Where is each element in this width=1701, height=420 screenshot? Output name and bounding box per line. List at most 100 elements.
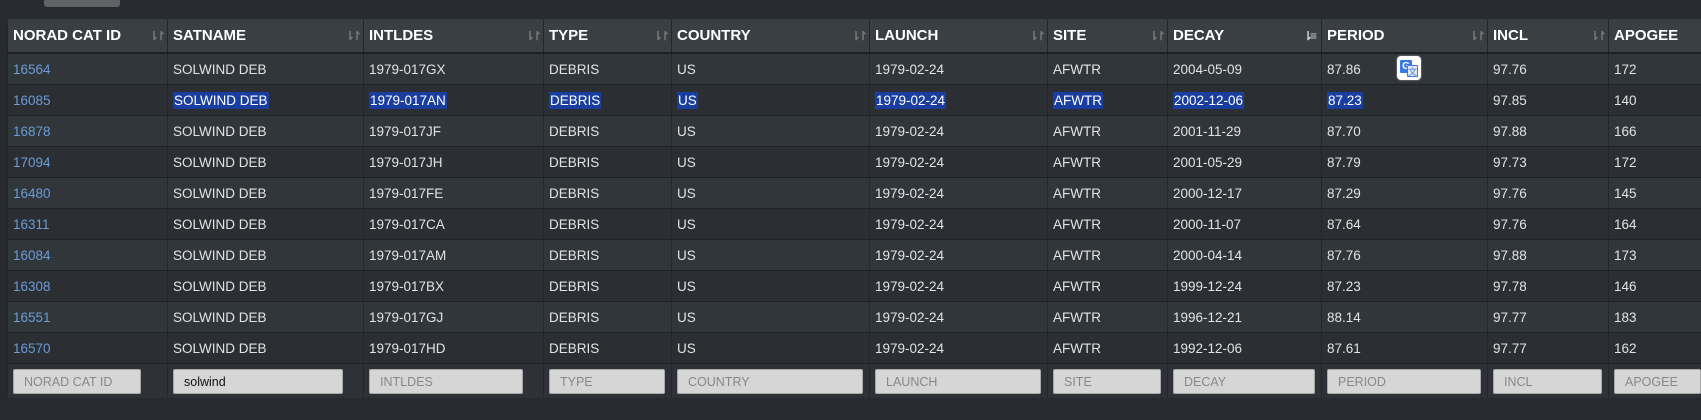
cell-value: DEBRIS [549, 247, 600, 263]
cell-launch: 1979-02-24 [869, 146, 1048, 178]
norad-id-link[interactable]: 16311 [13, 217, 50, 232]
column-header-country[interactable]: COUNTRY ⇂↾ [671, 19, 870, 54]
cell-value: US [677, 123, 696, 139]
cell-value: 87.76 [1327, 247, 1361, 263]
norad-id-link[interactable]: 16551 [13, 310, 51, 325]
filter-intldes-input[interactable] [369, 369, 523, 394]
column-header-apogee[interactable]: APOGEE [1608, 19, 1701, 54]
sort-arrows-icon[interactable]: ⇂↾ [1149, 28, 1166, 44]
filter-decay-input[interactable] [1173, 369, 1315, 394]
filter-site-input[interactable] [1053, 369, 1161, 394]
cell-apogee: 172 [1608, 53, 1701, 85]
filter-apogee-input[interactable] [1614, 369, 1701, 394]
cell-intldes: 1979-017GJ [363, 301, 544, 333]
cell-intldes: 1979-017JH [363, 146, 544, 178]
sort-descending-icon[interactable]: ⇂≡ [1303, 28, 1317, 44]
cell-value: AFWTR [1053, 247, 1101, 263]
sort-arrows-icon[interactable]: ⇂↾ [1469, 28, 1486, 44]
column-header-satname[interactable]: SATNAME ⇂↾ [167, 19, 364, 54]
column-header-period[interactable]: PERIOD ⇂↾ [1321, 19, 1488, 54]
cell-value: AFWTR [1053, 278, 1101, 294]
filter-launch-input[interactable] [875, 369, 1041, 394]
column-header-label: SATNAME [173, 27, 247, 44]
cell-value: 87.64 [1327, 216, 1361, 232]
cell-value: 87.86 [1327, 61, 1361, 77]
filter-cell [1321, 363, 1488, 398]
column-header-decay[interactable]: DECAY ⇂≡ [1167, 19, 1322, 54]
cell-satname: SOLWIND DEB [167, 301, 364, 333]
cell-type: DEBRIS [543, 301, 672, 333]
cell-decay: 1992-12-06 [1167, 332, 1322, 364]
cell-value: 97.88 [1493, 123, 1527, 139]
sort-arrows-icon[interactable]: ⇂↾ [851, 28, 868, 44]
cell-intldes: 1979-017FE [363, 177, 544, 209]
column-header-norad-cat-id[interactable]: NORAD CAT ID ⇂↾ [7, 19, 168, 54]
norad-id-link[interactable]: 16308 [13, 279, 51, 294]
filter-period-input[interactable] [1327, 369, 1481, 394]
column-header-type[interactable]: TYPE ⇂↾ [543, 19, 672, 54]
norad-id-link[interactable]: 16878 [13, 124, 51, 139]
cell-value: US [677, 61, 696, 77]
cell-period: 87.23 [1321, 270, 1488, 302]
cell-value: 1979-017GX [369, 61, 446, 77]
google-translate-icon[interactable]: G文 [1397, 56, 1421, 80]
column-header-intldes[interactable]: INTLDES ⇂↾ [363, 19, 544, 54]
cell-value: 1979-02-24 [875, 309, 945, 325]
cell-decay: 1999-12-24 [1167, 270, 1322, 302]
cell-launch: 1979-02-24 [869, 208, 1048, 240]
filter-country-input[interactable] [677, 369, 863, 394]
norad-id-link[interactable]: 17094 [13, 155, 51, 170]
cell-norad-cat-id: 16564 [7, 53, 168, 85]
column-header-launch[interactable]: LAUNCH ⇂↾ [869, 19, 1048, 54]
cell-period: 87.64 [1321, 208, 1488, 240]
norad-id-link[interactable]: 16564 [13, 62, 51, 77]
norad-id-link[interactable]: 16480 [13, 186, 51, 201]
norad-id-link[interactable]: 16570 [13, 341, 51, 356]
sort-arrows-icon[interactable]: ⇂↾ [345, 28, 362, 44]
column-header-label: DECAY [1173, 27, 1225, 44]
table-row: 16570 SOLWIND DEB 1979-017HD DEBRIS US 1979-0… [7, 332, 1701, 364]
cell-value: US [677, 185, 696, 201]
filter-satname-input[interactable] [173, 369, 343, 394]
cell-site: AFWTR [1047, 115, 1168, 147]
cell-period: 87.70 [1321, 115, 1488, 147]
cell-value: 173 [1614, 247, 1637, 263]
sort-arrows-icon[interactable]: ⇂↾ [1029, 28, 1046, 44]
cell-site: AFWTR [1047, 332, 1168, 364]
column-header-site[interactable]: SITE ⇂↾ [1047, 19, 1168, 54]
cell-value: DEBRIS [549, 309, 600, 325]
column-header-label: APOGEE [1614, 27, 1679, 44]
cell-value: 1979-017JF [369, 123, 442, 139]
norad-id-link[interactable]: 16085 [13, 93, 51, 108]
cell-incl: 97.85 [1487, 84, 1609, 116]
cell-apogee: 145 [1608, 177, 1701, 209]
cell-value: DEBRIS [549, 185, 600, 201]
norad-id-link[interactable]: 16084 [13, 248, 51, 263]
top-tab[interactable] [44, 0, 120, 7]
cell-type: DEBRIS [543, 115, 672, 147]
sort-arrows-icon[interactable]: ⇂↾ [149, 28, 166, 44]
cell-value: 97.85 [1493, 92, 1527, 108]
cell-value: 87.23 [1327, 91, 1363, 109]
filter-type-input[interactable] [549, 369, 665, 394]
sort-arrows-icon[interactable]: ⇂↾ [653, 28, 670, 44]
table-row: 16308 SOLWIND DEB 1979-017BX DEBRIS US 1979-0… [7, 270, 1701, 302]
cell-value: 1979-02-24 [875, 61, 945, 77]
column-header-label: COUNTRY [677, 27, 751, 44]
sort-arrows-icon[interactable]: ⇂↾ [1590, 28, 1607, 44]
cell-value: US [677, 91, 698, 109]
cell-incl: 97.73 [1487, 146, 1609, 178]
cell-intldes: 1979-017AN [363, 84, 544, 116]
cell-value: 1996-12-21 [1173, 309, 1243, 325]
filter-incl-input[interactable] [1493, 369, 1602, 394]
filter-norad-cat-id-input[interactable] [13, 369, 141, 394]
cell-type: DEBRIS [543, 177, 672, 209]
sort-arrows-icon[interactable]: ⇂↾ [525, 28, 542, 44]
filter-cell [543, 363, 672, 398]
cell-value: 2001-11-29 [1173, 123, 1242, 139]
cell-incl: 97.77 [1487, 332, 1609, 364]
table-row: 16084 SOLWIND DEB 1979-017AM DEBRIS US 1979-0… [7, 239, 1701, 271]
cell-value: 1979-017FE [369, 185, 444, 201]
column-header-incl[interactable]: INCL ⇂↾ [1487, 19, 1609, 54]
cell-value: 97.88 [1493, 247, 1527, 263]
